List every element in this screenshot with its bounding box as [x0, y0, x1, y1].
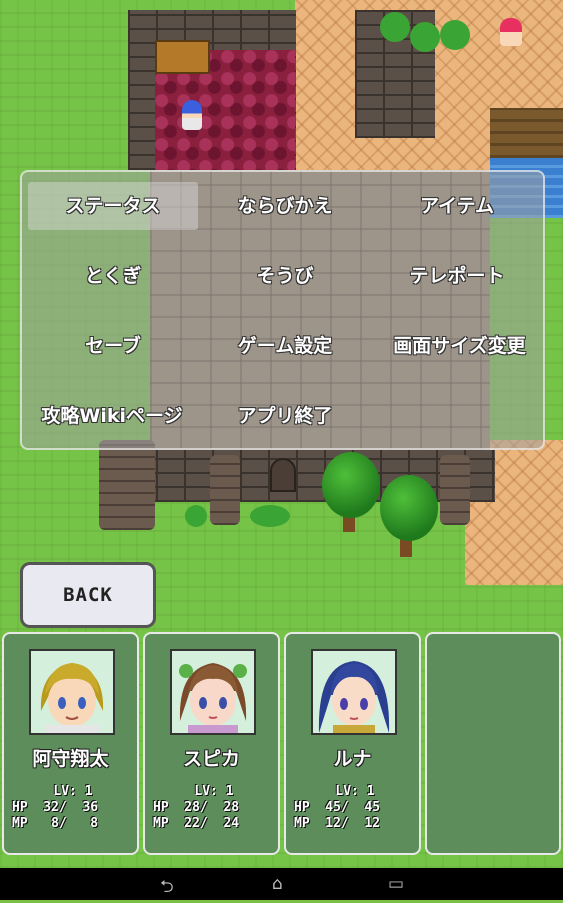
menu-wiki[interactable]: 攻略Wikiページ — [22, 392, 202, 440]
character-stats: LV: 1 HP 32/ 36 MP 8/ 8 — [12, 784, 134, 832]
nav-recents-icon[interactable]: ▭ — [388, 874, 404, 894]
menu-items[interactable]: アイテム — [372, 182, 542, 230]
menu-save[interactable]: セーブ — [28, 322, 198, 370]
portrait-2 — [170, 649, 256, 735]
menu-game-settings[interactable]: ゲーム設定 — [200, 322, 370, 370]
menu-equip[interactable]: そうび — [200, 252, 370, 300]
character-name: ルナ — [333, 748, 372, 770]
level-label: LV: 1 — [53, 784, 93, 799]
hp-label: HP 45/ 45 — [294, 800, 381, 815]
character-name: 阿守翔太 — [32, 748, 109, 770]
nav-back-icon[interactable]: ⮌ — [160, 874, 174, 903]
character-stats: LV: 1 HP 45/ 45 MP 12/ 12 — [294, 784, 416, 832]
party-card-empty — [425, 632, 561, 855]
portrait-1 — [29, 649, 115, 735]
menu-status[interactable]: ステータス — [28, 182, 198, 230]
character-name: スピカ — [182, 748, 240, 770]
portrait-3 — [311, 649, 397, 735]
menu-reorder[interactable]: ならびかえ — [200, 182, 370, 230]
level-label: LV: 1 — [335, 784, 375, 799]
party-card-2[interactable]: スピカ LV: 1 HP 28/ 28 MP 22/ 24 — [143, 632, 280, 855]
menu-teleport[interactable]: テレポート — [372, 252, 542, 300]
menu-screen-size[interactable]: 画面サイズ変更 — [372, 322, 547, 370]
party-card-1[interactable]: 阿守翔太 LV: 1 HP 32/ 36 MP 8/ 8 — [2, 632, 139, 855]
menu-quit[interactable]: アプリ終了 — [200, 392, 370, 440]
mp-label: MP 12/ 12 — [294, 816, 381, 831]
command-menu: ステータス ならびかえ アイテム とくぎ そうび テレポート セーブ ゲーム設定… — [20, 170, 545, 450]
level-label: LV: 1 — [194, 784, 234, 799]
mp-label: MP 8/ 8 — [12, 816, 99, 831]
system-nav-bar: ⮌ ⌂ ▭ — [0, 868, 563, 900]
back-button[interactable]: BACK — [20, 562, 156, 628]
mp-label: MP 22/ 24 — [153, 816, 240, 831]
character-stats: LV: 1 HP 28/ 28 MP 22/ 24 — [153, 784, 275, 832]
party-card-3[interactable]: ルナ LV: 1 HP 45/ 45 MP 12/ 12 — [284, 632, 421, 855]
nav-home-icon[interactable]: ⌂ — [272, 874, 283, 894]
hp-label: HP 28/ 28 — [153, 800, 240, 815]
menu-skills[interactable]: とくぎ — [28, 252, 198, 300]
hp-label: HP 32/ 36 — [12, 800, 99, 815]
